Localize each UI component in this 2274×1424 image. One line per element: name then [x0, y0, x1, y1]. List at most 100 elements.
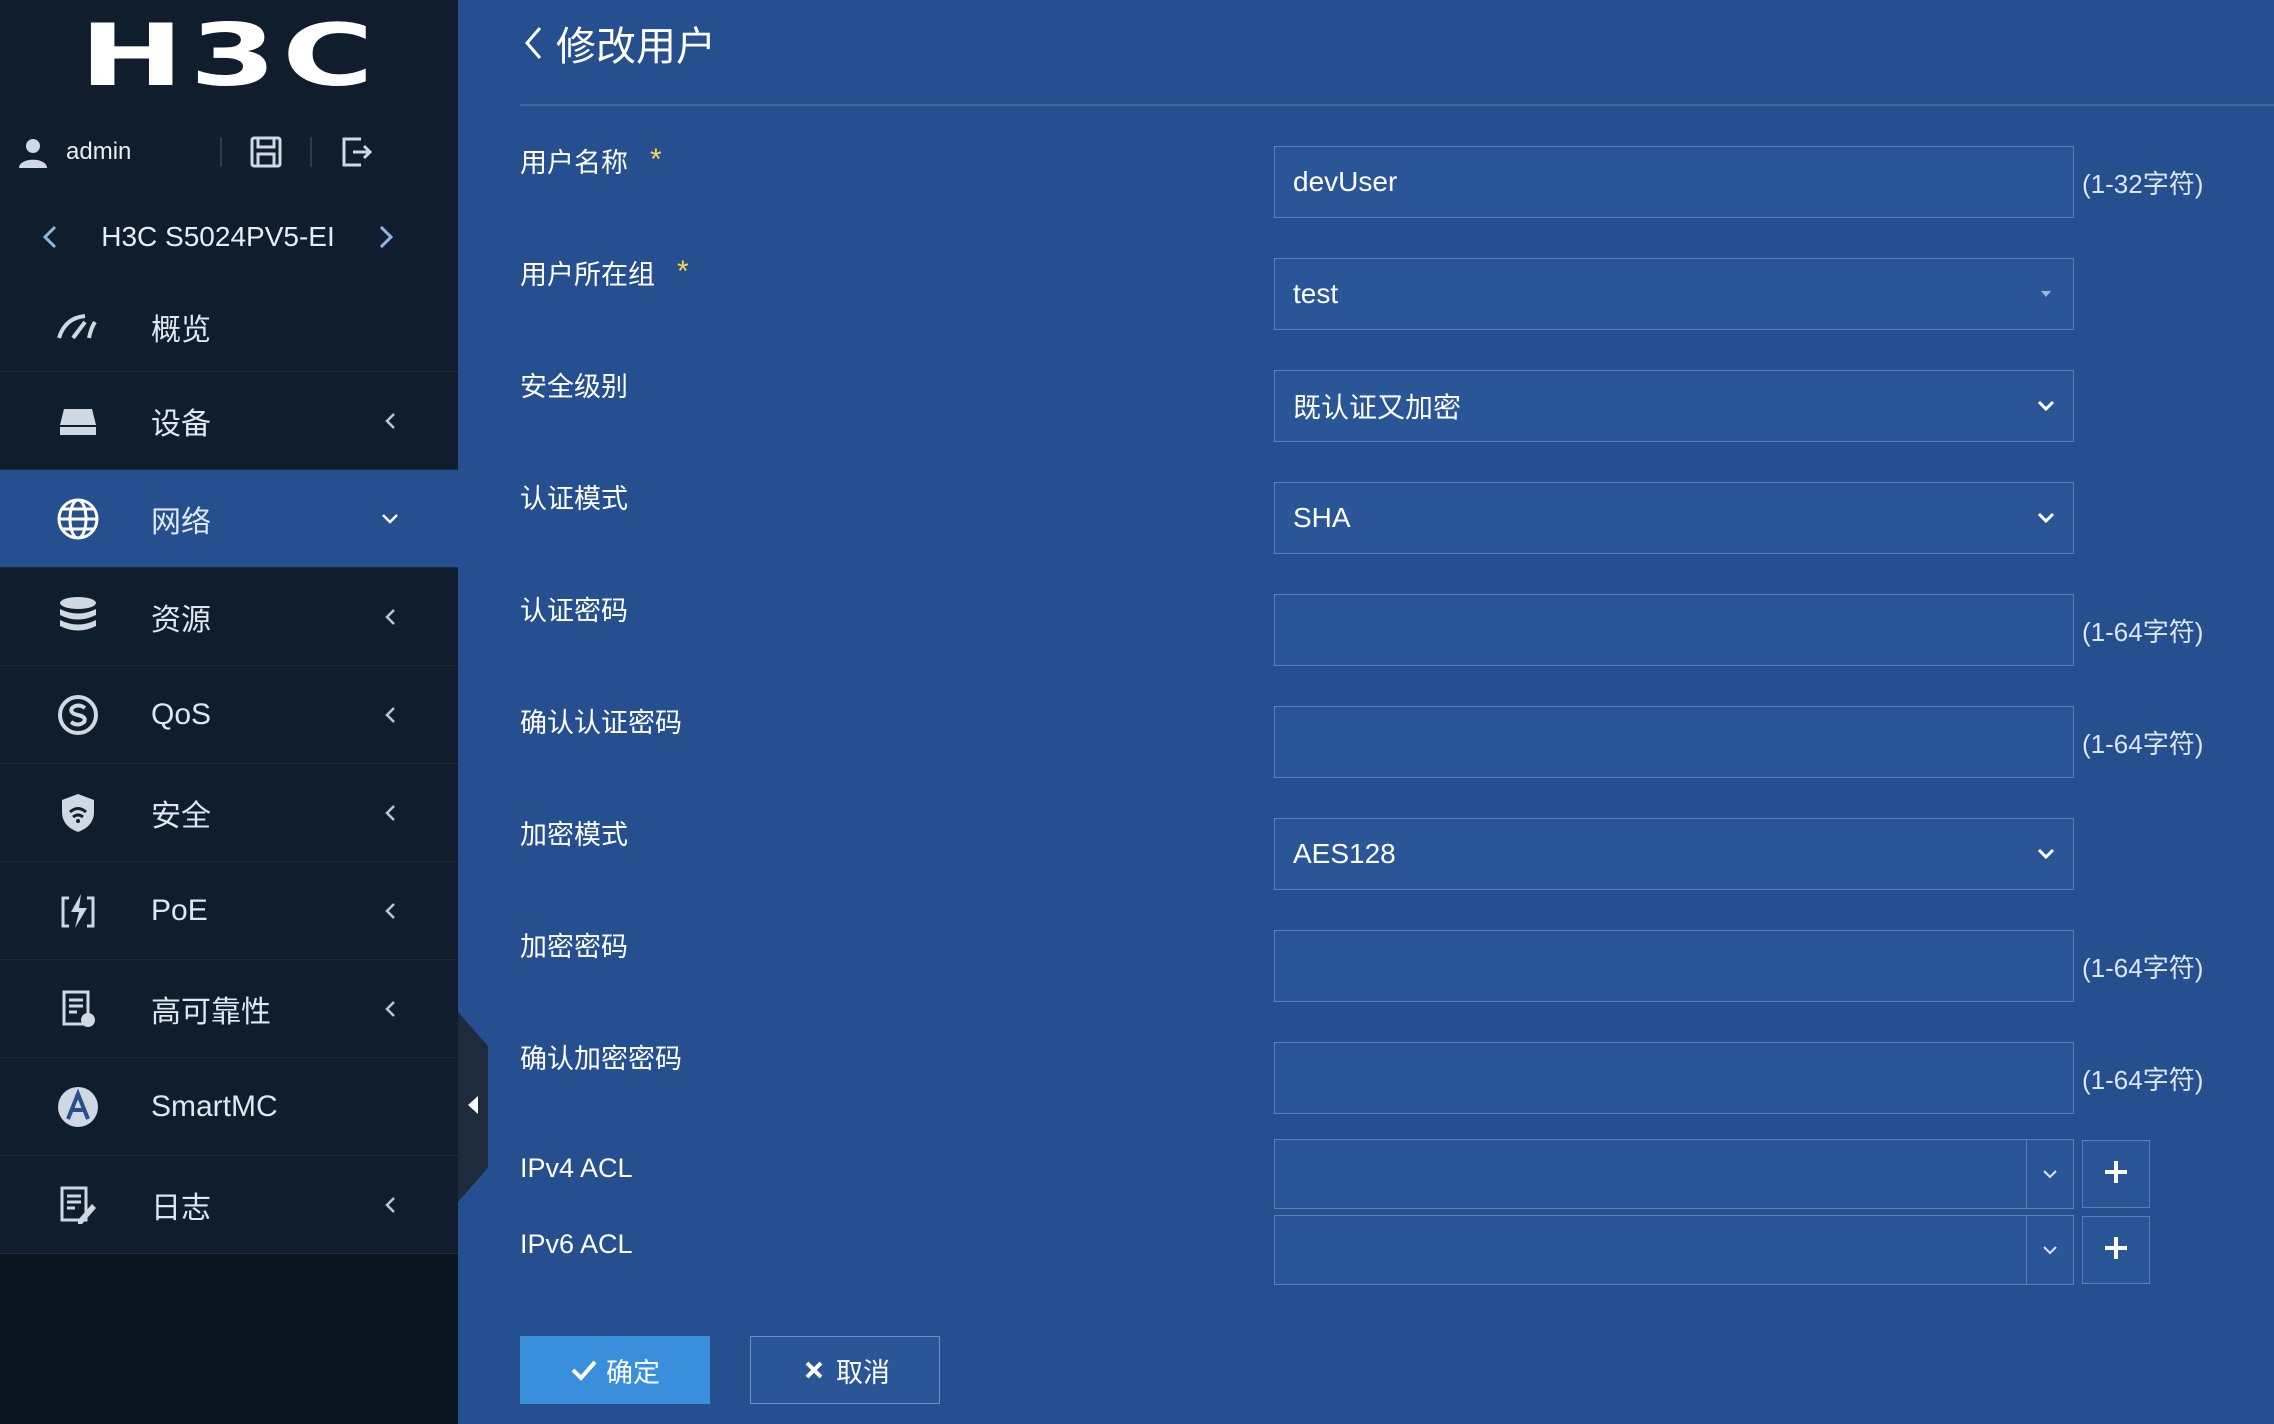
auth-password-input[interactable] [1274, 594, 2074, 666]
sidebar-item-label: 高可靠性 [151, 995, 271, 1029]
gauge-icon [53, 302, 103, 352]
chevron-down-icon [2035, 1159, 2065, 1189]
chevron-left-icon [378, 801, 402, 825]
divider [2026, 1140, 2027, 1208]
ipv6-acl-select[interactable] [1274, 1215, 2074, 1285]
shield-icon [53, 788, 103, 838]
sidebar-item-smartmc[interactable]: SmartMC [0, 1058, 458, 1156]
encrypt-password-confirm-input[interactable] [1274, 1042, 2074, 1114]
encrypt-mode-select[interactable]: AES128 [1274, 818, 2074, 890]
chevron-left-icon [378, 899, 402, 923]
ipv6-acl-add-button[interactable] [2082, 1216, 2150, 1284]
sidebar-item-label: PoE [151, 893, 208, 927]
plus-icon [2103, 1159, 2129, 1190]
chevron-left-icon [378, 1193, 402, 1217]
divider [2026, 1216, 2027, 1284]
globe-icon [53, 494, 103, 544]
page-title: 修改用户 [556, 25, 716, 69]
smartmc-icon [53, 1082, 103, 1132]
sidebar-item-label: QoS [151, 697, 212, 731]
chevron-left-icon [378, 703, 402, 727]
qos-icon [53, 690, 103, 740]
reliability-icon [53, 984, 103, 1034]
logo-area: H3C [0, 0, 458, 112]
sidebar-item-resource[interactable]: 资源 [0, 568, 458, 666]
sidebar-item-security[interactable]: 安全 [0, 764, 458, 862]
user-bar: admin [0, 112, 458, 192]
poe-icon [53, 886, 103, 936]
username-hint: (1-32字符) [2082, 168, 2204, 199]
encrypt-password-confirm-hint: (1-64字符) [2082, 1064, 2204, 1095]
auth-password-confirm-input[interactable] [1274, 706, 2074, 778]
sidebar-item-device[interactable]: 设备 [0, 372, 458, 470]
back-icon[interactable] [518, 23, 548, 63]
page-header: 修改用户 [518, 18, 716, 69]
chevron-down-icon [2031, 391, 2061, 421]
device-switcher: H3C S5024PV5-EI [0, 192, 458, 282]
chevron-down-icon [378, 507, 402, 531]
auth-mode-select[interactable]: SHA [1274, 482, 2074, 554]
divider [520, 104, 2274, 106]
chevron-right-icon[interactable] [374, 225, 398, 249]
sidebar-item-label: 安全 [151, 799, 211, 833]
sidebar-item-label: 概览 [151, 313, 211, 347]
auth-password-confirm-hint: (1-64字符) [2082, 728, 2204, 759]
ipv4-acl-select[interactable] [1274, 1139, 2074, 1209]
username-label: 用户名称 * [520, 143, 662, 178]
sidebar-item-poe[interactable]: PoE [0, 862, 458, 960]
divider [310, 137, 312, 167]
cancel-button[interactable]: 取消 [750, 1336, 940, 1404]
encrypt-mode-label: 加密模式 [520, 819, 628, 850]
caret-down-icon [2031, 279, 2061, 309]
sidebar-item-log[interactable]: 日志 [0, 1156, 458, 1254]
sidebar-item-network[interactable]: 网络 [0, 470, 458, 568]
group-select[interactable]: test [1274, 258, 2074, 330]
sidebar-item-label: 日志 [151, 1191, 211, 1225]
auth-password-hint: (1-64字符) [2082, 616, 2204, 647]
group-label: 用户所在组 * [520, 255, 689, 290]
ipv4-acl-label: IPv4 ACL [520, 1152, 633, 1183]
sidebar: H3C admin H3C S5024PV5-EI 概览 设备 网络 资源 Qo… [0, 0, 458, 1424]
encrypt-password-hint: (1-64字符) [2082, 952, 2204, 983]
auth-password-confirm-label: 确认认证密码 [520, 707, 682, 738]
database-icon [53, 592, 103, 642]
main-content: 修改用户 用户名称 * devUser (1-32字符) 用户所在组 * tes… [458, 0, 2274, 1424]
check-icon [570, 1356, 598, 1384]
chevron-left-icon [378, 605, 402, 629]
sidebar-item-label: 资源 [151, 603, 211, 637]
sidebar-item-label: SmartMC [151, 1089, 278, 1123]
close-icon [800, 1356, 828, 1384]
plus-icon [2103, 1235, 2129, 1266]
username[interactable]: admin [66, 138, 196, 166]
sidebar-item-label: 设备 [151, 407, 211, 441]
encrypt-password-input[interactable] [1274, 930, 2074, 1002]
auth-password-label: 认证密码 [520, 595, 628, 626]
logout-icon[interactable] [336, 132, 376, 172]
chevron-down-icon [2031, 839, 2061, 869]
chevron-left-icon[interactable] [38, 225, 62, 249]
encrypt-password-label: 加密密码 [520, 931, 628, 962]
ok-button[interactable]: 确定 [520, 1336, 710, 1404]
security-level-label: 安全级别 [520, 371, 628, 402]
chevron-left-icon [378, 997, 402, 1021]
device-name: H3C S5024PV5-EI [101, 221, 335, 252]
encrypt-password-confirm-label: 确认加密密码 [520, 1043, 682, 1074]
sidebar-item-overview[interactable]: 概览 [0, 282, 458, 372]
ipv6-acl-label: IPv6 ACL [520, 1228, 633, 1259]
chevron-down-icon [2031, 503, 2061, 533]
save-icon[interactable] [246, 132, 286, 172]
h3c-logo: H3C [78, 6, 380, 106]
auth-mode-label: 认证模式 [520, 483, 628, 514]
sidebar-item-label: 网络 [151, 505, 211, 539]
sidebar-item-qos[interactable]: QoS [0, 666, 458, 764]
divider [220, 137, 222, 167]
ipv4-acl-add-button[interactable] [2082, 1140, 2150, 1208]
username-input[interactable]: devUser [1274, 146, 2074, 218]
chevron-down-icon [2035, 1235, 2065, 1265]
log-icon [53, 1180, 103, 1230]
sidebar-item-reliability[interactable]: 高可靠性 [0, 960, 458, 1058]
chevron-left-icon [378, 409, 402, 433]
security-level-select[interactable]: 既认证又加密 [1274, 370, 2074, 442]
device-icon [53, 396, 103, 446]
user-icon [16, 135, 50, 169]
